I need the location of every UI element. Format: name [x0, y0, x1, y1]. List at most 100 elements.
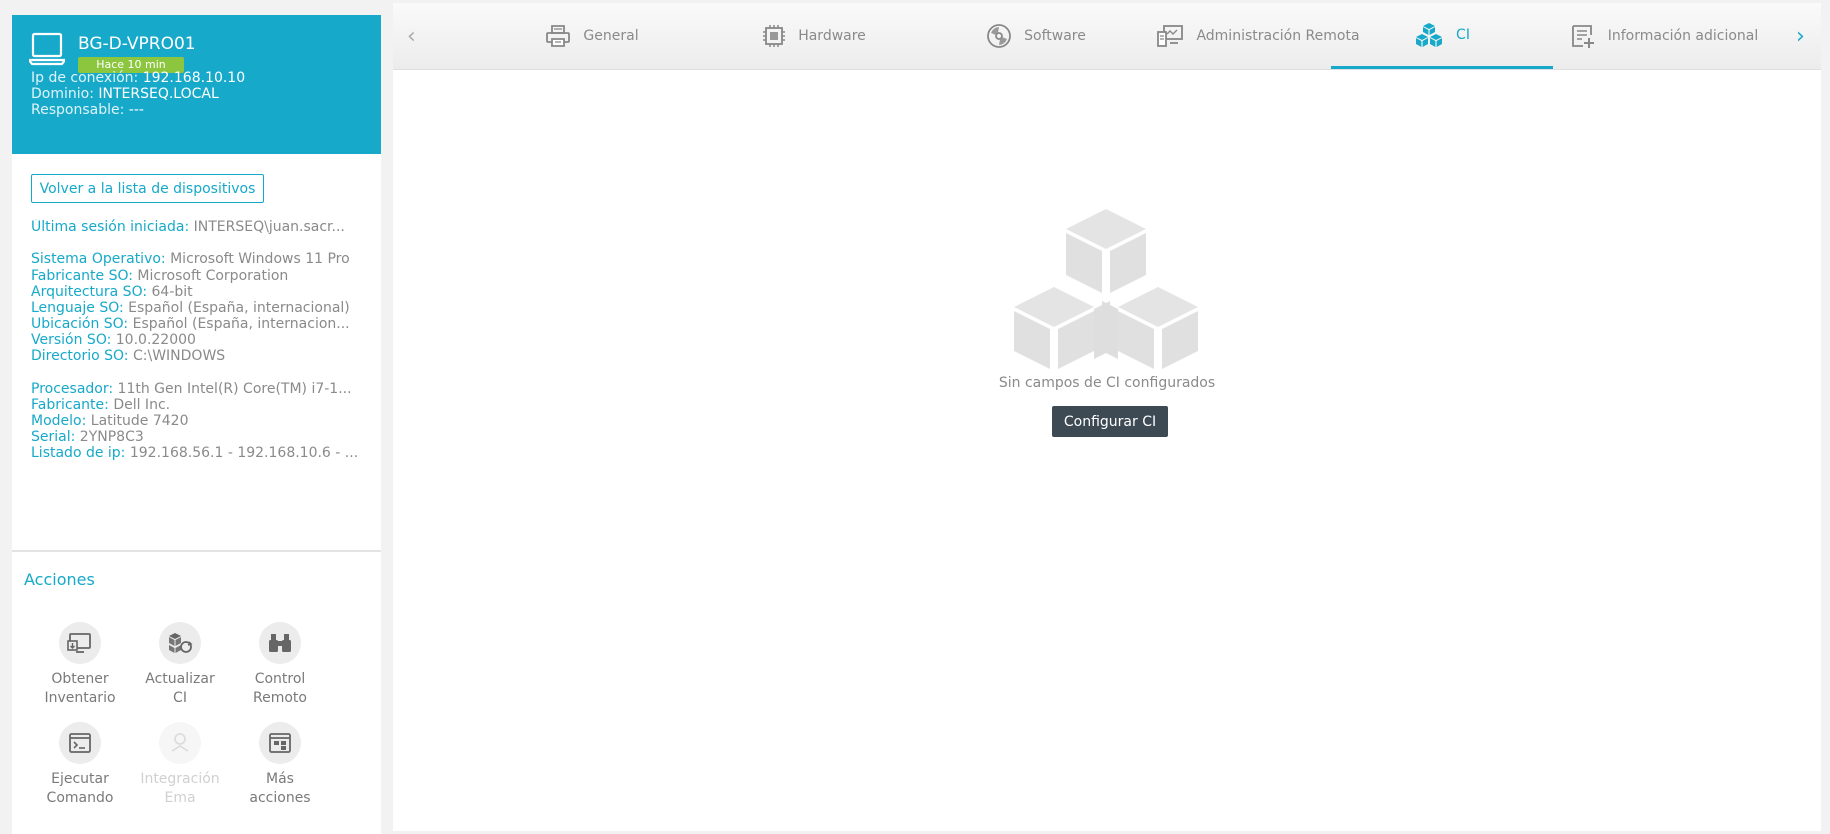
ip-value: 192.168.10.10 — [142, 70, 246, 86]
more-actions-action[interactable]: Más acciones — [230, 722, 330, 808]
get-inventory-action[interactable]: Obtener Inventario — [30, 622, 130, 708]
tab-ci-label: CI — [1456, 26, 1470, 43]
remote-control-label: Control Remoto — [230, 670, 330, 708]
get-inventory-circle — [59, 622, 101, 664]
back-to-device-list-button[interactable]: Volver a la lista de dispositivos — [31, 174, 264, 203]
tab-additional-info-label: Información adicional — [1607, 28, 1759, 44]
os-directory-value: C:\WINDOWS — [132, 348, 226, 364]
ema-integration-circle — [159, 722, 201, 764]
inventory-icon — [67, 633, 91, 653]
tab-additional-info[interactable]: Información adicional — [1553, 3, 1775, 69]
tab-bar: ‹ General Hardware Software Administraci… — [393, 3, 1821, 70]
more-actions-label-line2: acciones — [249, 790, 311, 806]
update-ci-circle — [159, 622, 201, 664]
update-ci-label: Actualizar CI — [130, 670, 230, 708]
owner-value: --- — [128, 102, 144, 118]
tab-ci[interactable]: CI — [1331, 3, 1553, 69]
configure-ci-button[interactable]: Configurar CI — [1052, 406, 1168, 437]
os-arch-value: 64-bit — [151, 284, 193, 300]
device-name: BG-D-VPRO01 — [78, 34, 196, 54]
remote-admin-icon — [1157, 25, 1184, 47]
ip-label: Ip de conexión: — [31, 70, 139, 86]
manufacturer-line: Fabricante: Dell Inc. — [31, 397, 361, 413]
processor-value: 11th Gen Intel(R) Core(TM) i7-1... — [117, 381, 352, 397]
ip-list-line: Listado de ip: 192.168.56.1 - 192.168.10… — [31, 445, 361, 461]
ema-integration-action: Integración Ema — [130, 722, 230, 808]
serial-value: 2YNP8C3 — [79, 429, 144, 445]
os-name-value: Microsoft Windows 11 Pro — [170, 251, 350, 267]
os-vendor-label: Fabricante SO: — [31, 268, 133, 284]
manufacturer-label: Fabricante: — [31, 397, 109, 413]
processor-label: Procesador: — [31, 381, 114, 397]
os-arch-line: Arquitectura SO: 64-bit — [31, 284, 361, 300]
model-label: Modelo: — [31, 413, 87, 429]
update-ci-label-line1: Actualizar — [145, 671, 215, 687]
tab-hardware-label: Hardware — [798, 28, 866, 44]
empty-ci-cubes-icon — [1014, 209, 1198, 369]
domain-label: Dominio: — [31, 86, 94, 102]
serial-label: Serial: — [31, 429, 76, 445]
actions-panel: Acciones Obtener Inventario Actualizar C… — [12, 552, 381, 834]
ema-integration-label: Integración Ema — [130, 770, 230, 808]
main-panel: ‹ General Hardware Software Administraci… — [393, 3, 1821, 831]
more-actions-circle — [259, 722, 301, 764]
serial-line: Serial: 2YNP8C3 — [31, 429, 361, 445]
actions-title: Acciones — [24, 570, 95, 589]
empty-state-message: Sin campos de CI configurados — [998, 375, 1216, 391]
device-card: BG-D-VPRO01 Hace 10 min Ip de conexión: … — [12, 15, 381, 154]
tab-software[interactable]: Software — [925, 3, 1147, 69]
run-command-action[interactable]: Ejecutar Comando — [30, 722, 130, 808]
os-directory-label: Directorio SO: — [31, 348, 129, 364]
more-actions-label: Más acciones — [230, 770, 330, 808]
model-value: Latitude 7420 — [90, 413, 189, 429]
os-version-line: Versión SO: 10.0.22000 — [31, 332, 361, 348]
get-inventory-label: Obtener Inventario — [30, 670, 130, 708]
left-column: BG-D-VPRO01 Hace 10 min Ip de conexión: … — [12, 15, 381, 834]
update-ci-action[interactable]: Actualizar CI — [130, 622, 230, 708]
ema-integration-label-line1: Integración — [140, 771, 220, 787]
update-ci-icon — [169, 633, 193, 653]
remote-control-circle — [259, 622, 301, 664]
tab-general-label: General — [583, 28, 639, 44]
domain-line: Dominio: INTERSEQ.LOCAL — [31, 86, 219, 102]
last-session-label: Última sesión iniciada: — [31, 219, 190, 235]
binoculars-icon — [269, 634, 291, 652]
tab-software-label: Software — [1024, 28, 1086, 44]
os-locale-value: Español (España, internacion... — [132, 316, 350, 332]
os-directory-line: Directorio SO: C:\WINDOWS — [31, 348, 361, 364]
processor-line: Procesador: 11th Gen Intel(R) Core(TM) i… — [31, 381, 361, 397]
update-ci-label-line2: CI — [173, 690, 187, 706]
run-command-label-line2: Comando — [46, 790, 114, 806]
os-arch-label: Arquitectura SO: — [31, 284, 148, 300]
tab-hardware[interactable]: Hardware — [703, 3, 925, 69]
terminal-icon — [69, 733, 91, 753]
ip-list-value: 192.168.56.1 - 192.168.10.6 - ... — [129, 445, 359, 461]
os-language-line: Lenguaje SO: Español (España, internacio… — [31, 300, 361, 316]
chip-icon — [763, 25, 786, 47]
add-info-icon — [1571, 25, 1594, 48]
owner-line: Responsable: --- — [31, 102, 144, 118]
remote-control-label-line2: Remoto — [253, 690, 307, 706]
os-version-label: Versión SO: — [31, 332, 112, 348]
os-language-label: Lenguaje SO: — [31, 300, 124, 316]
run-command-circle — [59, 722, 101, 764]
owner-label: Responsable: — [31, 102, 125, 118]
disc-icon — [987, 24, 1012, 48]
get-inventory-label-line2: Inventario — [44, 690, 116, 706]
model-line: Modelo: Latitude 7420 — [31, 413, 361, 429]
os-language-value: Español (España, internacional) — [128, 300, 350, 316]
device-info-panel: Volver a la lista de dispositivos Última… — [12, 154, 381, 552]
ip-line: Ip de conexión: 192.168.10.10 — [31, 70, 245, 86]
domain-value: INTERSEQ.LOCAL — [98, 86, 219, 102]
last-session-line: Última sesión iniciada: INTERSEQ\juan.sa… — [31, 219, 361, 235]
remote-control-label-line1: Control — [254, 671, 306, 687]
os-name-label: Sistema Operativo: — [31, 251, 166, 267]
tabs-next-arrow-icon[interactable]: › — [1796, 24, 1805, 49]
os-name-line: Sistema Operativo: Microsoft Windows 11 … — [31, 251, 361, 267]
remote-control-action[interactable]: Control Remoto — [230, 622, 330, 708]
tab-general[interactable]: General — [481, 3, 703, 69]
os-locale-line: Ubicación SO: Español (España, internaci… — [31, 316, 361, 332]
tabs-prev-arrow-icon[interactable]: ‹ — [407, 24, 416, 49]
cubes-icon — [1416, 22, 1443, 47]
last-session-value: INTERSEQ\juan.sacr... — [193, 219, 345, 235]
